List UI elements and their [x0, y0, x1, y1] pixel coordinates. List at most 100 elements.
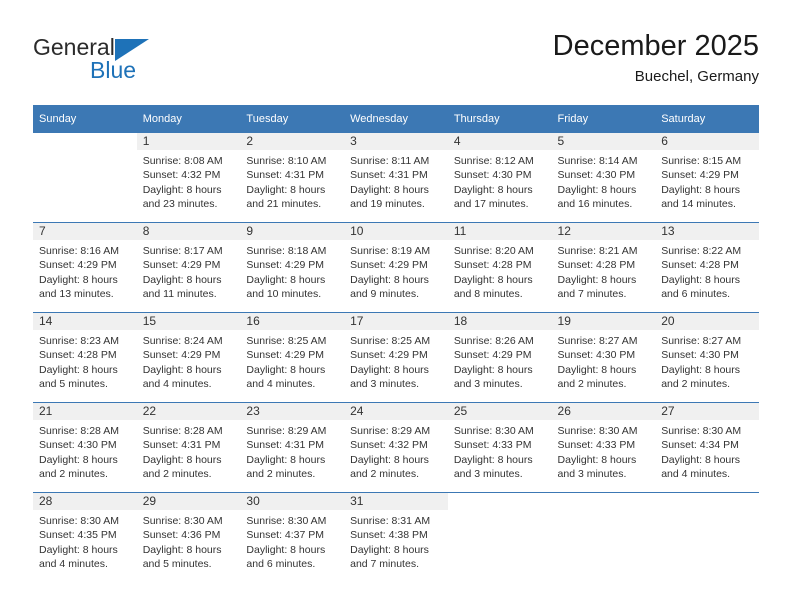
sunset-text: Sunset: 4:33 PM [557, 439, 636, 452]
day-number: 20 [655, 313, 759, 330]
sunset-text: Sunset: 4:31 PM [246, 439, 325, 452]
weekday-header-saturday: Saturday [655, 105, 759, 133]
day-number: 2 [240, 133, 345, 150]
day-details: Sunrise: 8:30 AM Sunset: 4:33 PM Daylight:… [448, 420, 552, 481]
daylight-text-line2: and 6 minutes. [246, 557, 316, 570]
calendar-day-cell[interactable]: 29 Sunrise: 8:30 AM Sunset: 4:36 PM Dayligh… [136, 492, 241, 582]
calendar-day-cell[interactable]: 24 Sunrise: 8:29 AM Sunset: 4:32 PM Dayligh… [344, 402, 448, 493]
day-number: 5 [551, 133, 656, 150]
day-details: Sunrise: 8:30 AM Sunset: 4:33 PM Daylight:… [552, 420, 656, 481]
calendar-day-cell[interactable]: 11 Sunrise: 8:20 AM Sunset: 4:28 PM Dayligh… [447, 222, 552, 313]
day-number: 24 [344, 403, 448, 420]
calendar-day-cell[interactable]: 8 Sunrise: 8:17 AM Sunset: 4:29 PM Daylight… [136, 222, 241, 313]
sunrise-text: Sunrise: 8:18 AM [246, 245, 327, 257]
calendar-day-cell[interactable]: 4 Sunrise: 8:12 AM Sunset: 4:30 PM Daylight… [447, 133, 552, 223]
daylight-text-line1: Daylight: 8 hours [557, 363, 637, 376]
daylight-text-line2: and 3 minutes. [350, 377, 419, 390]
daylight-text-line1: Daylight: 8 hours [246, 363, 326, 376]
daylight-text-line1: Daylight: 8 hours [350, 453, 429, 466]
sunset-text: Sunset: 4:28 PM [557, 259, 636, 272]
day-number: 7 [33, 223, 137, 240]
daylight-text-line2: and 13 minutes. [39, 287, 114, 300]
daylight-text-line2: and 2 minutes. [557, 377, 627, 390]
sunrise-text: Sunrise: 8:25 AM [350, 335, 431, 347]
calendar-day-cell[interactable]: 30 Sunrise: 8:30 AM Sunset: 4:37 PM Dayligh… [240, 492, 345, 582]
day-details: Sunrise: 8:16 AM Sunset: 4:29 PM Daylight:… [33, 240, 137, 301]
calendar-day-cell[interactable]: 2 Sunrise: 8:10 AM Sunset: 4:31 PM Daylight… [240, 133, 345, 223]
day-details: Sunrise: 8:29 AM Sunset: 4:32 PM Daylight:… [344, 420, 448, 481]
calendar-week-row: 1 Sunrise: 8:08 AM Sunset: 4:32 PM Daylight… [33, 133, 759, 223]
day-number: 22 [136, 403, 241, 420]
sunrise-text: Sunrise: 8:29 AM [246, 425, 327, 437]
calendar-day-cell[interactable]: 20 Sunrise: 8:27 AM Sunset: 4:30 PM Dayligh… [655, 312, 759, 403]
day-number: 10 [344, 223, 448, 240]
day-details: Sunrise: 8:14 AM Sunset: 4:30 PM Daylight:… [552, 150, 656, 211]
daylight-text-line2: and 5 minutes. [142, 557, 212, 570]
calendar-grid: Sunday Monday Tuesday Wednesday Thursday… [33, 105, 759, 582]
daylight-text-line2: and 9 minutes. [350, 287, 419, 300]
sunset-text: Sunset: 4:36 PM [142, 529, 221, 542]
calendar-day-cell[interactable]: 18 Sunrise: 8:26 AM Sunset: 4:29 PM Dayligh… [447, 312, 552, 403]
day-details: Sunrise: 8:31 AM Sunset: 4:38 PM Daylight:… [344, 510, 448, 571]
daylight-text-line1: Daylight: 8 hours [39, 363, 118, 376]
calendar-day-cell[interactable]: 25 Sunrise: 8:30 AM Sunset: 4:33 PM Dayligh… [447, 402, 552, 493]
calendar-day-cell[interactable]: 15 Sunrise: 8:24 AM Sunset: 4:29 PM Dayligh… [136, 312, 241, 403]
calendar-day-cell[interactable]: 3 Sunrise: 8:11 AM Sunset: 4:31 PM Daylight… [344, 133, 448, 223]
sunset-text: Sunset: 4:37 PM [246, 529, 325, 542]
sunrise-text: Sunrise: 8:19 AM [350, 245, 431, 257]
sunrise-text: Sunrise: 8:14 AM [557, 155, 638, 167]
calendar-day-cell[interactable]: 27 Sunrise: 8:30 AM Sunset: 4:34 PM Dayligh… [655, 402, 759, 493]
calendar-day-cell[interactable]: 9 Sunrise: 8:18 AM Sunset: 4:29 PM Daylight… [240, 222, 345, 313]
calendar-day-cell[interactable]: 31 Sunrise: 8:31 AM Sunset: 4:38 PM Dayligh… [344, 492, 448, 582]
calendar-day-cell[interactable]: 10 Sunrise: 8:19 AM Sunset: 4:29 PM Dayligh… [344, 222, 448, 313]
daylight-text-line2: and 11 minutes. [142, 287, 217, 300]
daylight-text-line1: Daylight: 8 hours [557, 453, 637, 466]
day-details: Sunrise: 8:11 AM Sunset: 4:31 PM Daylight:… [344, 150, 448, 211]
daylight-text-line2: and 7 minutes. [350, 557, 419, 570]
day-number: 17 [344, 313, 448, 330]
calendar-day-cell[interactable]: 5 Sunrise: 8:14 AM Sunset: 4:30 PM Daylight… [551, 133, 656, 223]
day-number: 11 [447, 223, 552, 240]
calendar-day-cell[interactable]: 13 Sunrise: 8:22 AM Sunset: 4:28 PM Dayligh… [655, 222, 759, 313]
day-details: Sunrise: 8:25 AM Sunset: 4:29 PM Daylight:… [240, 330, 344, 391]
calendar-day-cell-empty [655, 492, 759, 582]
calendar-day-cell[interactable]: 26 Sunrise: 8:30 AM Sunset: 4:33 PM Dayligh… [551, 402, 656, 493]
calendar-day-cell[interactable]: 16 Sunrise: 8:25 AM Sunset: 4:29 PM Dayligh… [240, 312, 345, 403]
day-number: 16 [240, 313, 345, 330]
daylight-text-line2: and 2 minutes. [142, 467, 212, 480]
calendar-day-cell[interactable]: 23 Sunrise: 8:29 AM Sunset: 4:31 PM Dayligh… [240, 402, 345, 493]
sunset-text: Sunset: 4:31 PM [350, 169, 428, 182]
sunrise-text: Sunrise: 8:16 AM [39, 245, 119, 257]
calendar-day-cell[interactable]: 21 Sunrise: 8:28 AM Sunset: 4:30 PM Dayligh… [33, 402, 137, 493]
sunrise-text: Sunrise: 8:24 AM [142, 335, 223, 347]
calendar-day-cell[interactable]: 28 Sunrise: 8:30 AM Sunset: 4:35 PM Dayligh… [33, 492, 137, 582]
calendar-day-cell[interactable]: 17 Sunrise: 8:25 AM Sunset: 4:29 PM Dayligh… [344, 312, 448, 403]
calendar-day-cell[interactable]: 7 Sunrise: 8:16 AM Sunset: 4:29 PM Daylight… [33, 222, 137, 313]
calendar-day-cell[interactable]: 1 Sunrise: 8:08 AM Sunset: 4:32 PM Daylight… [136, 133, 241, 223]
sunset-text: Sunset: 4:29 PM [350, 349, 428, 362]
calendar-day-cell[interactable]: 22 Sunrise: 8:28 AM Sunset: 4:31 PM Dayligh… [136, 402, 241, 493]
sunrise-text: Sunrise: 8:30 AM [557, 425, 638, 437]
day-details: Sunrise: 8:30 AM Sunset: 4:34 PM Daylight:… [655, 420, 759, 481]
calendar-day-cell[interactable]: 19 Sunrise: 8:27 AM Sunset: 4:30 PM Dayligh… [551, 312, 656, 403]
weekday-header-wednesday: Wednesday [344, 105, 448, 133]
calendar-day-cell-empty [33, 133, 137, 223]
daylight-text-line2: and 7 minutes. [557, 287, 627, 300]
daylight-text-line1: Daylight: 8 hours [557, 273, 637, 286]
daylight-text-line2: and 4 minutes. [661, 467, 731, 480]
calendar-day-cell[interactable]: 12 Sunrise: 8:21 AM Sunset: 4:28 PM Dayligh… [551, 222, 656, 313]
generalblue-logo[interactable]: General Blue [33, 34, 163, 86]
sunset-text: Sunset: 4:30 PM [453, 169, 532, 182]
sunrise-text: Sunrise: 8:27 AM [557, 335, 638, 347]
sunset-text: Sunset: 4:31 PM [246, 169, 325, 182]
sunset-text: Sunset: 4:28 PM [661, 259, 739, 272]
day-number: 18 [447, 313, 552, 330]
day-details: Sunrise: 8:28 AM Sunset: 4:30 PM Daylight:… [33, 420, 137, 481]
day-number: 13 [655, 223, 759, 240]
day-details: Sunrise: 8:20 AM Sunset: 4:28 PM Daylight:… [448, 240, 552, 301]
calendar-day-cell[interactable]: 6 Sunrise: 8:15 AM Sunset: 4:29 PM Daylight… [655, 133, 759, 223]
daylight-text-line1: Daylight: 8 hours [39, 273, 118, 286]
day-details: Sunrise: 8:21 AM Sunset: 4:28 PM Daylight:… [552, 240, 656, 301]
daylight-text-line1: Daylight: 8 hours [350, 363, 429, 376]
calendar-day-cell[interactable]: 14 Sunrise: 8:23 AM Sunset: 4:28 PM Dayligh… [33, 312, 137, 403]
